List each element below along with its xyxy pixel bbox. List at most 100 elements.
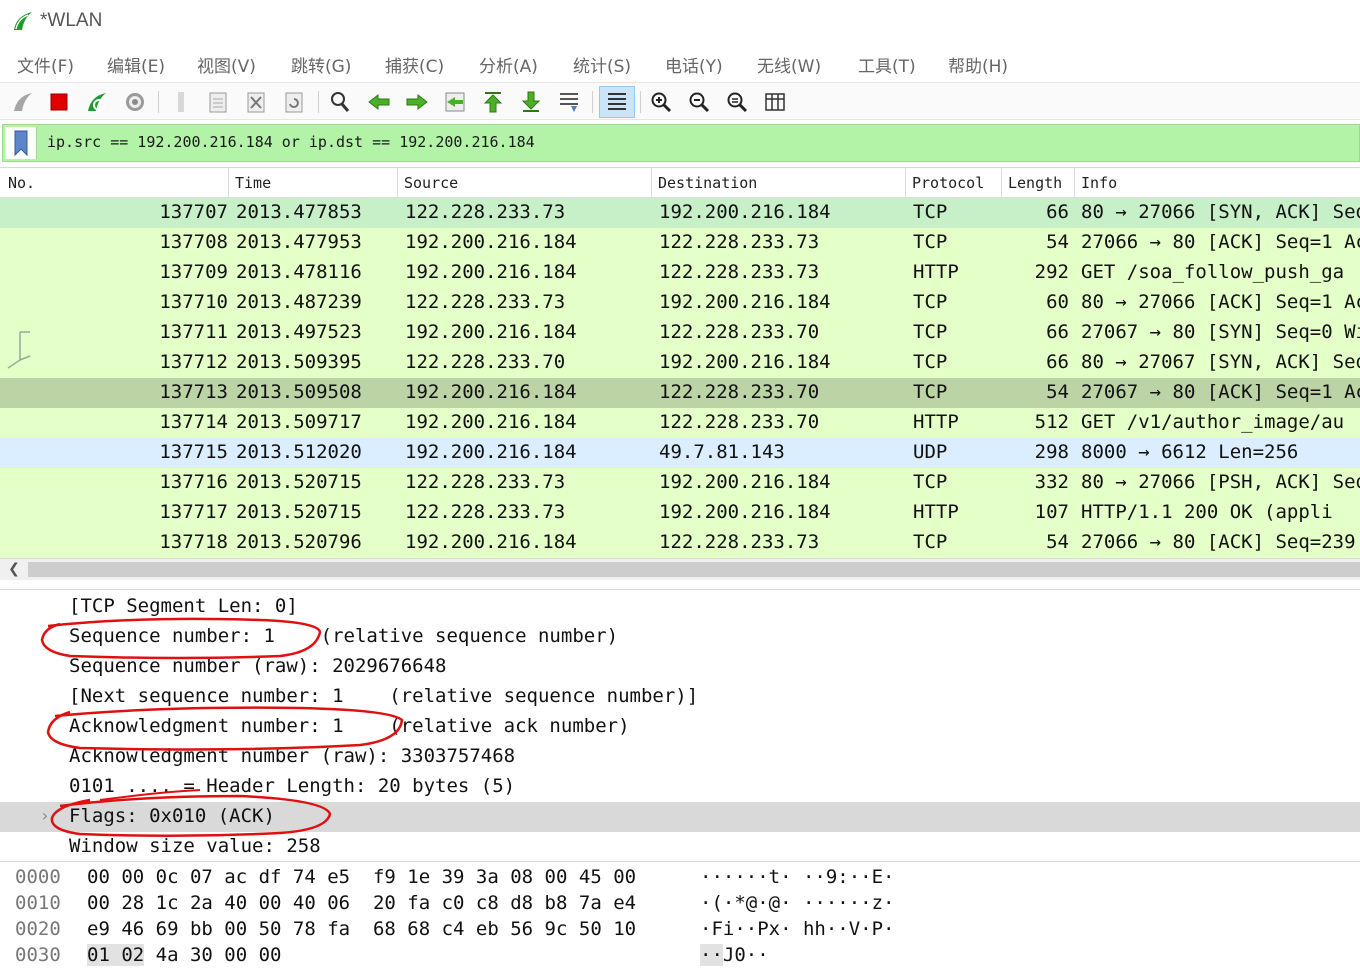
packet-info: 80 → 27066 [ACK] Seq=1 Ack=239: [1081, 291, 1360, 313]
packet-row[interactable]: 137718 2013.520796 192.200.216.184 122.228.…: [0, 528, 1360, 558]
menu-analyze[interactable]: 分析(A): [479, 52, 538, 77]
filter-bookmark-icon[interactable]: [5, 127, 37, 159]
packet-row[interactable]: 137709 2013.478116 192.200.216.184 122.228.…: [0, 258, 1360, 288]
detail-tree-item[interactable]: Sequence number: 1 (relative sequence nu…: [0, 622, 1360, 652]
menu-statistics[interactable]: 统计(S): [573, 52, 631, 77]
detail-tree-item[interactable]: Acknowledgment number (raw): 3303757468: [0, 742, 1360, 772]
packet-time: 2013.478116: [236, 261, 362, 283]
detail-tree-item[interactable]: Sequence number (raw): 2029676648: [0, 652, 1360, 682]
display-filter-bar: [2, 124, 1360, 162]
packet-length: 54: [1046, 231, 1069, 253]
detail-field-text: Sequence number: 1 (relative sequence nu…: [69, 625, 619, 647]
menu-capture[interactable]: 捕获(C): [385, 52, 444, 77]
restart-capture-icon[interactable]: [84, 89, 110, 115]
stop-capture-icon[interactable]: [46, 89, 72, 115]
colorize-packet-list-icon[interactable]: [599, 86, 635, 118]
column-header-protocol[interactable]: Protocol: [912, 174, 984, 192]
menu-file[interactable]: 文件(F): [17, 52, 74, 77]
zoom-out-icon[interactable]: [686, 89, 712, 115]
reload-file-icon[interactable]: [281, 89, 307, 115]
go-last-packet-icon[interactable]: [518, 89, 544, 115]
packet-row[interactable]: 137713 2013.509508 192.200.216.184 122.228.…: [0, 378, 1360, 408]
column-divider[interactable]: [397, 168, 398, 198]
hex-bytes[interactable]: 01 02 4a 30 00 00: [87, 944, 281, 966]
capture-options-gear-icon[interactable]: [122, 89, 148, 115]
column-divider[interactable]: [1074, 168, 1075, 198]
column-divider[interactable]: [651, 168, 652, 198]
hex-offset[interactable]: 0000: [15, 866, 61, 888]
zoom-in-icon[interactable]: [648, 89, 674, 115]
menu-tools[interactable]: 工具(T): [858, 52, 916, 77]
go-first-packet-icon[interactable]: [480, 89, 506, 115]
packet-details-tree: [TCP Segment Len: 0] Sequence number: 1 (…: [0, 589, 1360, 857]
display-filter-input[interactable]: [47, 133, 1347, 151]
go-to-packet-icon[interactable]: [442, 89, 468, 115]
auto-scroll-icon[interactable]: [556, 89, 582, 115]
column-divider[interactable]: [1001, 168, 1002, 198]
column-divider[interactable]: [905, 168, 906, 198]
menu-help[interactable]: 帮助(H): [948, 52, 1008, 77]
packet-row[interactable]: 137712 2013.509395 122.228.233.70 192.200.2…: [0, 348, 1360, 378]
hex-bytes[interactable]: 00 00 0c 07 ac df 74 e5 f9 1e 39 3a 08 0…: [87, 866, 636, 888]
packet-row[interactable]: 137715 2013.512020 192.200.216.184 49.7.81.…: [0, 438, 1360, 468]
menu-go[interactable]: 跳转(G): [291, 52, 351, 77]
start-capture-fin-icon[interactable]: [10, 89, 36, 115]
packet-row[interactable]: 137717 2013.520715 122.228.233.73 192.200.2…: [0, 498, 1360, 528]
column-divider[interactable]: [228, 168, 229, 198]
column-header-destination[interactable]: Destination: [658, 174, 757, 192]
menu-wireless[interactable]: 无线(W): [757, 52, 821, 77]
packet-list-horizontal-scrollbar[interactable]: ❮: [0, 558, 1360, 580]
column-header-length[interactable]: Length: [1008, 174, 1062, 192]
column-header-info[interactable]: Info: [1081, 174, 1117, 192]
hex-bytes[interactable]: e9 46 69 bb 00 50 78 fa 68 68 c4 eb 56 9…: [87, 918, 636, 940]
detail-tree-item[interactable]: Acknowledgment number: 1 (relative ack n…: [0, 712, 1360, 742]
packet-source: 192.200.216.184: [405, 531, 577, 553]
go-back-arrow-icon[interactable]: [366, 89, 392, 115]
detail-tree-item[interactable]: [Next sequence number: 1 (relative seque…: [0, 682, 1360, 712]
detail-field-text: [TCP Segment Len: 0]: [69, 595, 298, 617]
detail-tree-item[interactable]: [TCP Segment Len: 0]: [0, 592, 1360, 622]
packet-row[interactable]: 137707 2013.477853 122.228.233.73 192.200.2…: [0, 198, 1360, 228]
packet-number: 137710: [159, 291, 228, 313]
scrollbar-thumb[interactable]: [28, 562, 1360, 577]
menu-view[interactable]: 视图(V): [197, 52, 256, 77]
packet-row[interactable]: 137710 2013.487239 122.228.233.73 192.200.2…: [0, 288, 1360, 318]
column-header-no[interactable]: No.: [8, 174, 35, 192]
resize-columns-icon[interactable]: [762, 89, 788, 115]
detail-tree-item[interactable]: › Flags: 0x010 (ACK): [0, 802, 1360, 832]
close-file-icon[interactable]: [243, 89, 269, 115]
column-header-source[interactable]: Source: [404, 174, 458, 192]
ascii-bytes[interactable]: ·Fi··Px· hh··V·P·: [700, 918, 894, 940]
packet-length: 512: [1034, 411, 1069, 433]
find-packet-icon[interactable]: [327, 89, 353, 115]
column-header-time[interactable]: Time: [235, 174, 271, 192]
detail-tree-item[interactable]: Window size value: 258: [0, 832, 1360, 857]
go-forward-arrow-icon[interactable]: [404, 89, 430, 115]
expand-chevron-icon[interactable]: ›: [40, 806, 50, 825]
hex-bytes[interactable]: 00 28 1c 2a 40 00 40 06 20 fa c0 c8 d8 b…: [87, 892, 636, 914]
menu-edit[interactable]: 编辑(E): [107, 52, 165, 77]
packet-row[interactable]: 137711 2013.497523 192.200.216.184 122.228.…: [0, 318, 1360, 348]
scroll-left-arrow-icon[interactable]: ❮: [4, 560, 24, 578]
open-file-icon[interactable]: [168, 89, 194, 115]
detail-tree-item[interactable]: 0101 .... = Header Length: 20 bytes (5): [0, 772, 1360, 802]
zoom-normal-icon[interactable]: [724, 89, 750, 115]
packet-row[interactable]: 137714 2013.509717 192.200.216.184 122.228.…: [0, 408, 1360, 438]
menu-telephony[interactable]: 电话(Y): [665, 52, 723, 77]
detail-field-text: Acknowledgment number (raw): 3303757468: [69, 745, 516, 767]
hex-offset[interactable]: 0010: [15, 892, 61, 914]
ascii-bytes[interactable]: ··J0··: [700, 944, 769, 966]
ascii-bytes[interactable]: ······t· ··9:··E·: [700, 866, 894, 888]
packet-row[interactable]: 137716 2013.520715 122.228.233.73 192.200.2…: [0, 468, 1360, 498]
hex-offset[interactable]: 0030: [15, 944, 61, 966]
packet-row[interactable]: 137708 2013.477953 192.200.216.184 122.228.…: [0, 228, 1360, 258]
packet-length: 54: [1046, 531, 1069, 553]
packet-protocol: TCP: [913, 231, 948, 253]
packet-source: 122.228.233.73: [405, 501, 566, 523]
save-file-icon[interactable]: [205, 89, 231, 115]
ascii-bytes[interactable]: ·(·*@·@· ······z·: [700, 892, 894, 914]
hex-offset[interactable]: 0020: [15, 918, 61, 940]
packet-length: 107: [1034, 501, 1069, 523]
hex-dump-line: 0020 e9 46 69 bb 00 50 78 fa 68 68 c4 eb …: [0, 916, 1360, 942]
packet-list-header: No. Time Source Destination Protocol Len…: [0, 168, 1360, 198]
